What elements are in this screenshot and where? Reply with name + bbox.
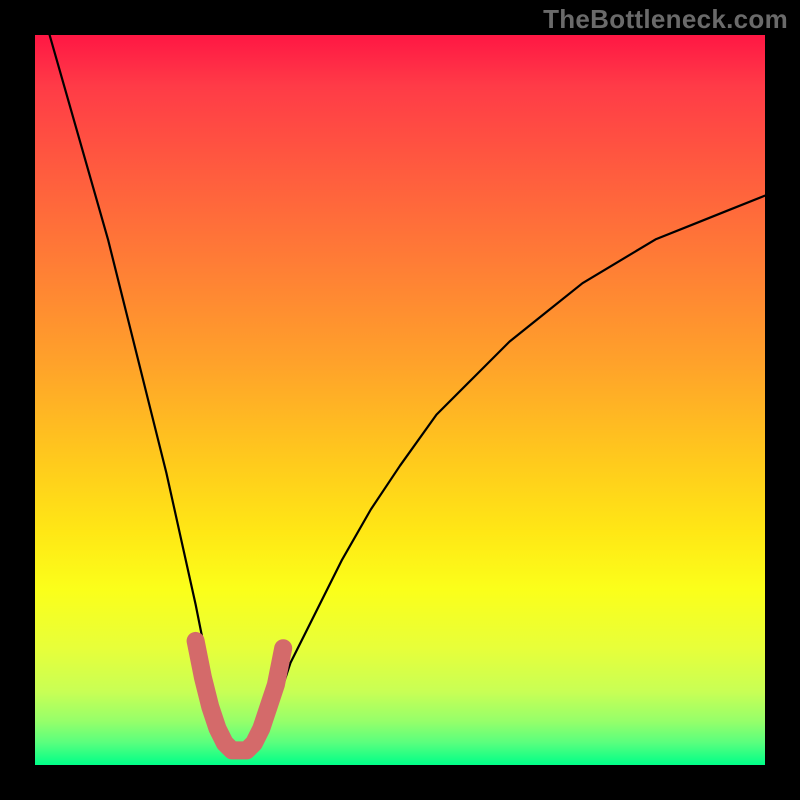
plot-area xyxy=(35,35,765,765)
chart-svg xyxy=(35,35,765,765)
highlight-segment xyxy=(196,641,284,751)
watermark-text: TheBottleneck.com xyxy=(543,4,788,35)
chart-frame: TheBottleneck.com xyxy=(0,0,800,800)
main-curve xyxy=(50,35,765,750)
